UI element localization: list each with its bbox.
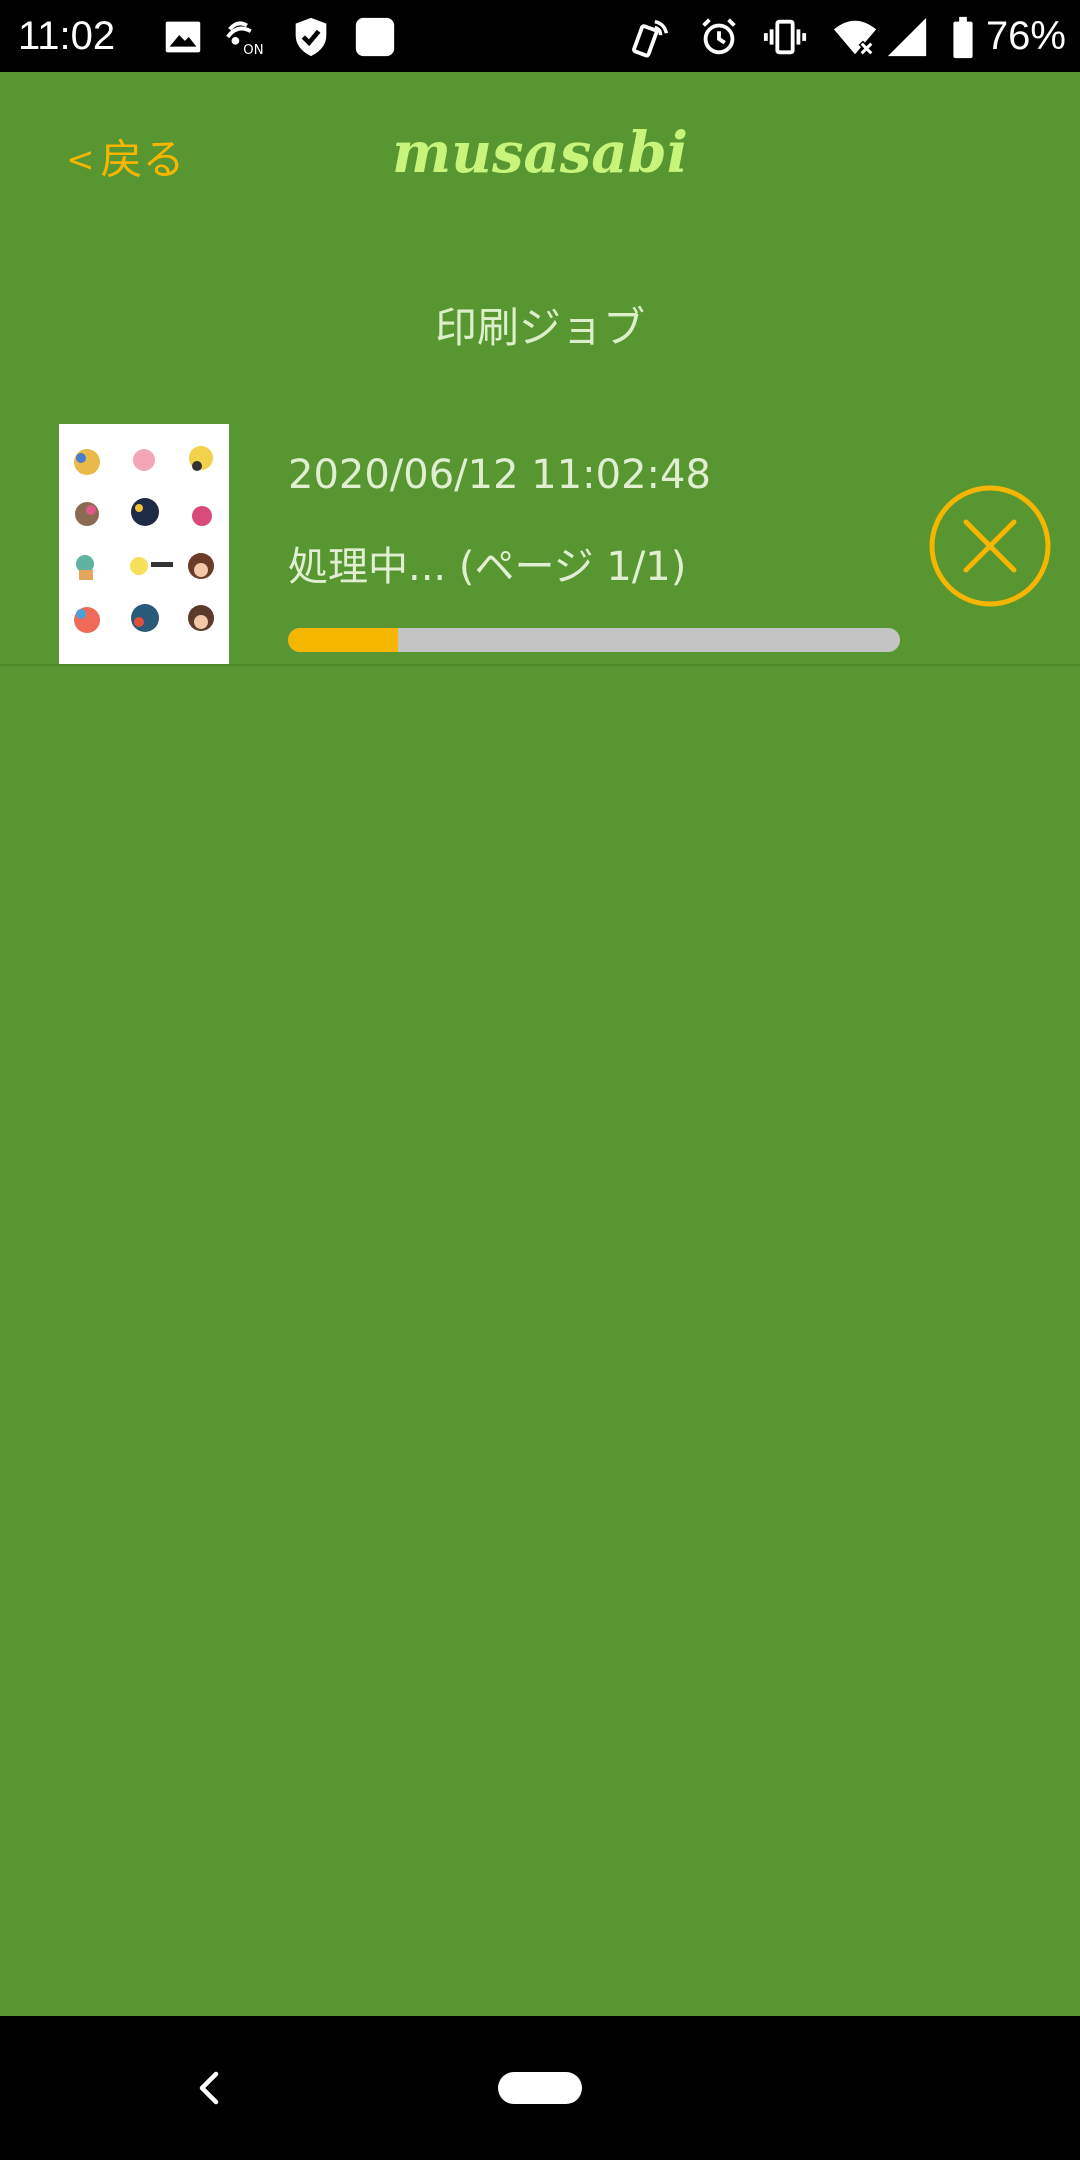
close-icon — [929, 485, 1051, 607]
shield-check-icon — [295, 17, 327, 57]
status-time: 11:02 — [18, 14, 116, 58]
phone-tap-icon — [632, 19, 669, 58]
job-progress-bar — [288, 628, 900, 652]
job-progress-fill — [288, 628, 399, 652]
wifi-off-icon — [833, 20, 877, 57]
app-square-icon — [355, 17, 395, 57]
signal-icon — [887, 17, 927, 57]
status-bar: 11:02 ON 76% — [0, 0, 1080, 72]
home-pill-icon[interactable] — [498, 2072, 582, 2104]
back-chevron-icon: < — [66, 140, 95, 180]
back-button[interactable]: < 戻る — [66, 132, 185, 188]
back-icon[interactable] — [188, 2056, 228, 2120]
alarm-icon — [702, 18, 736, 55]
print-job-row: 2020/06/12 11:02:48 処理中... (ページ 1/1) — [0, 424, 1080, 666]
cancel-job-button[interactable] — [928, 484, 1052, 608]
job-thumbnail — [59, 424, 229, 664]
back-label: 戻る — [100, 135, 185, 184]
job-status: 処理中... (ページ 1/1) — [288, 544, 687, 590]
battery-percent: 76% — [985, 14, 1066, 58]
gallery-icon — [165, 21, 201, 53]
vibrate-icon — [763, 19, 807, 55]
job-datetime: 2020/06/12 11:02:48 — [288, 452, 711, 498]
app-logo: musasabi — [391, 120, 689, 186]
nfc-on-icon: ON — [226, 21, 264, 58]
app-header: < 戻る musasabi — [0, 72, 1080, 252]
page-title: 印刷ジョブ — [434, 303, 645, 352]
system-nav-bar — [0, 2016, 1080, 2160]
battery-icon — [953, 16, 973, 59]
svg-text:ON: ON — [243, 43, 264, 58]
